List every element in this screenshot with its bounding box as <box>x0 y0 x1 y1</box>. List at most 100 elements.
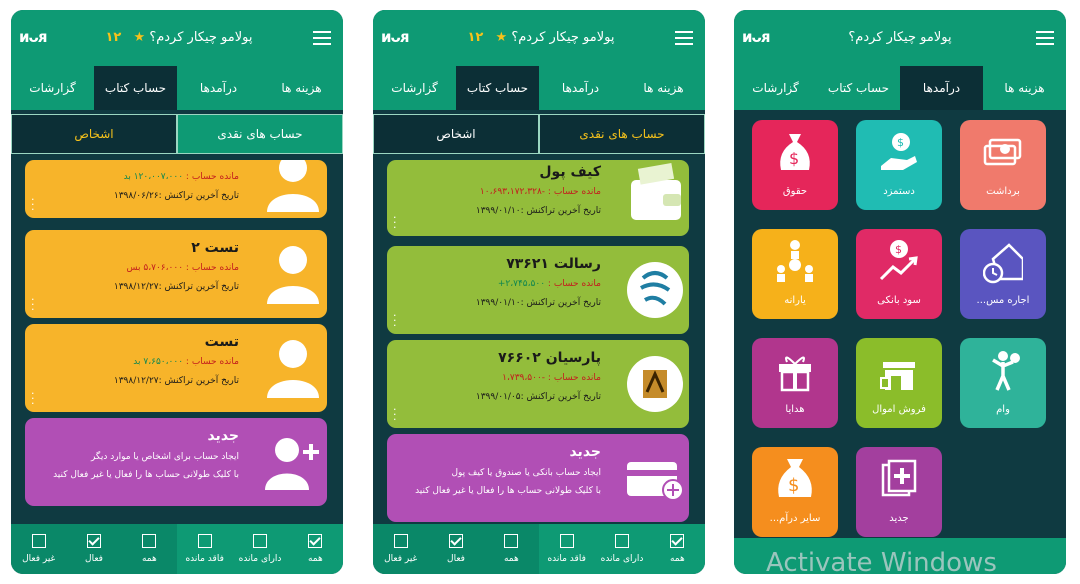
person-avatar-icon <box>267 160 319 212</box>
svg-text:$: $ <box>895 243 902 256</box>
segment-persons[interactable]: اشخاص <box>373 114 539 154</box>
filter-active[interactable]: فعال <box>428 524 483 574</box>
filter-bar: غیر فعال فعال همه فاقد مانده دارای مانده… <box>11 524 343 574</box>
account-balance: مانده حساب : ۲،۷۴۵،۵۰۰+ <box>497 279 601 289</box>
account-balance: مانده حساب : -۱،۷۳۹،۵۰۰ <box>502 373 601 383</box>
account-balance: مانده حساب : ۵،۷۰۶،۰۰۰ بس <box>126 263 239 273</box>
tab-accounts[interactable]: حساب کتاب <box>456 66 539 110</box>
segment-cash-accounts[interactable]: حساب های نقدی <box>177 114 343 154</box>
income-tile-salary[interactable]: $ حقوق <box>752 120 838 210</box>
account-type-switch: اشخاص حساب های نقدی <box>373 114 705 154</box>
hamburger-menu-icon[interactable] <box>313 31 331 45</box>
filter-inactive[interactable]: غیر فعال <box>11 524 66 574</box>
more-options-icon[interactable]: · · · <box>393 212 397 233</box>
tile-label: وام <box>996 404 1010 415</box>
income-tile-asset-sale[interactable]: فروش اموال <box>856 338 942 428</box>
app-title: پولامو چیکار کردم؟ <box>734 30 1066 45</box>
money-bag-icon: $ <box>780 134 810 170</box>
tab-incomes[interactable]: درآمدها <box>900 66 983 110</box>
hamburger-menu-icon[interactable] <box>1036 31 1054 45</box>
big-money-bag-icon: $ <box>778 459 812 497</box>
growth-icon: $ <box>879 240 918 281</box>
income-tile-rent[interactable]: اجاره مس... <box>960 229 1046 319</box>
filter-zero-balance[interactable]: فاقد مانده <box>539 524 594 574</box>
tab-incomes[interactable]: درآمدها <box>177 66 260 110</box>
tile-label: یارانه <box>784 295 806 306</box>
tile-label: هدایا <box>785 404 805 415</box>
income-tile-bank-interest[interactable]: $ سود بانکی <box>856 229 942 319</box>
filter-all-balance[interactable]: همه <box>650 524 705 574</box>
tile-label: جدید <box>889 513 909 524</box>
account-title: تست ۲ <box>191 240 239 256</box>
account-balance: مانده حساب : ۷،۶۵۰،۰۰۰ بد <box>133 357 239 367</box>
tab-expenses[interactable]: هزینه ها <box>260 66 343 110</box>
tab-reports[interactable]: گزارشات <box>11 66 94 110</box>
income-tile-subsidy[interactable]: یارانه <box>752 229 838 319</box>
store-icon <box>880 362 915 390</box>
last-transaction-date: تاریخ آخرین تراکنش :۱۳۹۹/۰۱/۱۰ <box>475 206 601 216</box>
app-title-text: پولامو چیکار کردم؟ <box>848 30 952 45</box>
last-transaction-date: تاریخ آخرین تراکنش :۱۳۹۹/۰۱/۱۰ <box>475 298 601 308</box>
tab-expenses[interactable]: هزینه ها <box>983 66 1066 110</box>
coin-icon: ★ <box>133 30 146 45</box>
more-options-icon[interactable]: · · · <box>393 310 397 331</box>
tab-expenses[interactable]: هزینه ها <box>622 66 705 110</box>
add-person-icon <box>265 438 319 490</box>
tab-reports[interactable]: گزارشات <box>373 66 456 110</box>
tile-label: اجاره مس... <box>976 295 1030 306</box>
account-card[interactable]: رسالت ۷۳۶۲۱ مانده حساب : ۲،۷۴۵،۵۰۰+ تاری… <box>387 246 689 334</box>
more-options-icon[interactable]: · · · <box>31 194 35 215</box>
account-card[interactable]: کیف پول مانده حساب : -۱۰،۶۹۳،۱۷۲،۳۲۸ تار… <box>387 160 689 236</box>
income-tile-loan[interactable]: وام <box>960 338 1046 428</box>
filter-active[interactable]: فعال <box>66 524 121 574</box>
tab-reports[interactable]: گزارشات <box>734 66 817 110</box>
income-tile-wage[interactable]: $ دستمزد <box>856 120 942 210</box>
segment-cash-accounts[interactable]: حساب های نقدی <box>539 114 705 154</box>
hamburger-menu-icon[interactable] <box>675 31 693 45</box>
app-title-text: پولامو چیکار کردم؟ <box>511 30 615 45</box>
tab-incomes[interactable]: درآمدها <box>539 66 622 110</box>
new-account-hint: با کلیک طولانی حساب ها را فعال یا غیر فع… <box>415 486 601 496</box>
last-transaction-date: تاریخ آخرین تراکنش :۱۳۹۹/۰۱/۰۵ <box>475 392 601 402</box>
tab-bar: گزارشات حساب کتاب درآمدها هزینه ها <box>734 66 1066 110</box>
app-title-text: پولامو چیکار کردم؟ <box>149 30 253 45</box>
new-account-card[interactable]: جدید ایجاد حساب بانکی یا صندوق یا کیف پو… <box>387 434 689 522</box>
account-card[interactable]: تست ۲ مانده حساب : ۵،۷۰۶،۰۰۰ بس تاریخ آخ… <box>25 230 327 318</box>
more-options-icon[interactable]: · · · <box>393 404 397 425</box>
account-title: کیف پول <box>539 164 601 180</box>
filter-all-balance[interactable]: همه <box>288 524 343 574</box>
more-options-icon[interactable]: · · · <box>31 388 35 409</box>
app-title: پولامو چیکار کردم؟ ★ ۱۲ <box>373 30 705 45</box>
account-card[interactable]: مانده حساب : ۱۲۰،۰۰۷،۰۰۰ بد تاریخ آخرین … <box>25 160 327 218</box>
tile-label: دستمزد <box>883 186 915 197</box>
svg-text:$: $ <box>897 136 904 149</box>
filter-has-balance[interactable]: دارای مانده <box>594 524 649 574</box>
account-type-switch: اشخاص حساب های نقدی <box>11 114 343 154</box>
filter-zero-balance[interactable]: فاقد مانده <box>177 524 232 574</box>
new-account-card[interactable]: جدید ایجاد حساب برای اشخاص یا موارد دیگر… <box>25 418 327 506</box>
segment-persons[interactable]: اشخاص <box>11 114 177 154</box>
account-balance: مانده حساب : ۱۲۰،۰۰۷،۰۰۰ بد <box>123 172 239 182</box>
new-account-title: جدید <box>569 444 601 460</box>
account-balance: مانده حساب : -۱۰،۶۹۳،۱۷۲،۳۲۸ <box>479 187 601 197</box>
filter-has-balance[interactable]: دارای مانده <box>232 524 287 574</box>
windows-activation-watermark: Activate Windows <box>766 548 997 578</box>
income-tile-new[interactable]: جدید <box>856 447 942 537</box>
filter-all-status[interactable]: همه <box>122 524 177 574</box>
income-tile-other[interactable]: $ سایر درآم... <box>752 447 838 537</box>
person-avatar-icon <box>267 340 319 398</box>
filter-inactive[interactable]: غیر فعال <box>373 524 428 574</box>
tab-accounts[interactable]: حساب کتاب <box>817 66 900 110</box>
more-options-icon[interactable]: · · · <box>31 294 35 315</box>
bank-resalat-logo-icon <box>627 262 683 318</box>
tile-label: فروش اموال <box>872 404 926 415</box>
income-tile-gifts[interactable]: هدایا <box>752 338 838 428</box>
account-card[interactable]: تست مانده حساب : ۷،۶۵۰،۰۰۰ بد تاریخ آخری… <box>25 324 327 412</box>
tab-accounts[interactable]: حساب کتاب <box>94 66 177 110</box>
tile-label: سایر درآم... <box>769 513 821 524</box>
account-card[interactable]: پارسیان ۷۶۶۰۲ مانده حساب : -۱،۷۳۹،۵۰۰ تا… <box>387 340 689 428</box>
phone-screen-cash-accounts: ᴎᴗᴙ پولامو چیکار کردم؟ ★ ۱۲ گزارشات حساب… <box>373 10 705 574</box>
filter-all-status[interactable]: همه <box>484 524 539 574</box>
tile-label: برداشت <box>986 186 1020 197</box>
income-tile-withdrawal[interactable]: برداشت <box>960 120 1046 210</box>
